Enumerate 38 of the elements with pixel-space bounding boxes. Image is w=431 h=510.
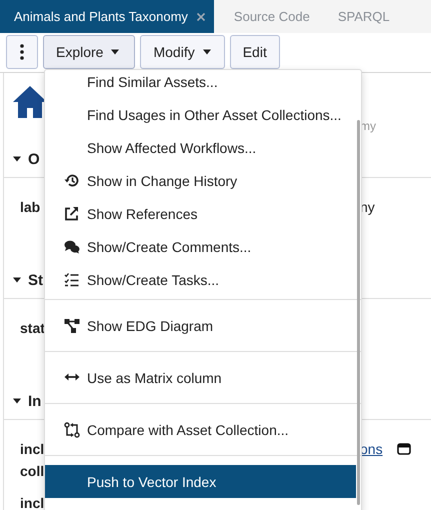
section-title: St: [28, 272, 43, 288]
caret-icon[interactable]: [12, 397, 22, 405]
section-title: O: [28, 150, 40, 168]
caret-icon: [110, 48, 120, 56]
compare-icon: [64, 422, 80, 438]
diagram-icon: [64, 318, 80, 334]
close-icon[interactable]: [196, 12, 206, 22]
field-label: incl: [20, 440, 44, 459]
menu-item[interactable]: Show Affected Workflows...: [45, 131, 356, 164]
section-title: In: [28, 392, 42, 410]
menu-item[interactable]: Show in Change History: [45, 164, 356, 197]
menu-item[interactable]: Compare with Asset Collection...: [45, 413, 356, 446]
history-icon: [64, 172, 80, 188]
comments-icon: [64, 238, 80, 254]
external-link-icon: [64, 206, 80, 222]
menu-item[interactable]: Show/Create Tasks...: [45, 263, 356, 296]
menu-item[interactable]: Show/Create Comments...: [45, 230, 356, 263]
menu-item[interactable]: Find Usages in Other Asset Collections...: [45, 98, 356, 131]
dropdown-button[interactable]: Explore: [43, 35, 136, 69]
caret-icon[interactable]: [12, 155, 22, 163]
menu-item[interactable]: Push to Vector Index: [45, 465, 356, 498]
caret-icon: [202, 48, 212, 56]
menu-item[interactable]: Show EDG Diagram: [45, 309, 356, 342]
tab[interactable]: Animals and Plants Taxonomy: [0, 0, 214, 33]
window-icon: [396, 443, 411, 455]
kebab-icon: [20, 44, 24, 60]
field-label: lab: [20, 198, 40, 217]
scrollbar[interactable]: [357, 120, 360, 505]
caret-icon[interactable]: [12, 276, 22, 284]
field-label: coll: [20, 462, 44, 481]
checklist-icon: [64, 272, 80, 288]
menu-item[interactable]: Show References: [45, 197, 356, 230]
field-label: stat: [20, 319, 45, 338]
edit-button[interactable]: Edit: [230, 35, 280, 69]
menu-item[interactable]: Use as Matrix column: [45, 361, 356, 394]
more-button[interactable]: [6, 35, 38, 69]
field-label: incl: [20, 494, 44, 510]
dropdown-button[interactable]: Modify: [140, 35, 225, 69]
